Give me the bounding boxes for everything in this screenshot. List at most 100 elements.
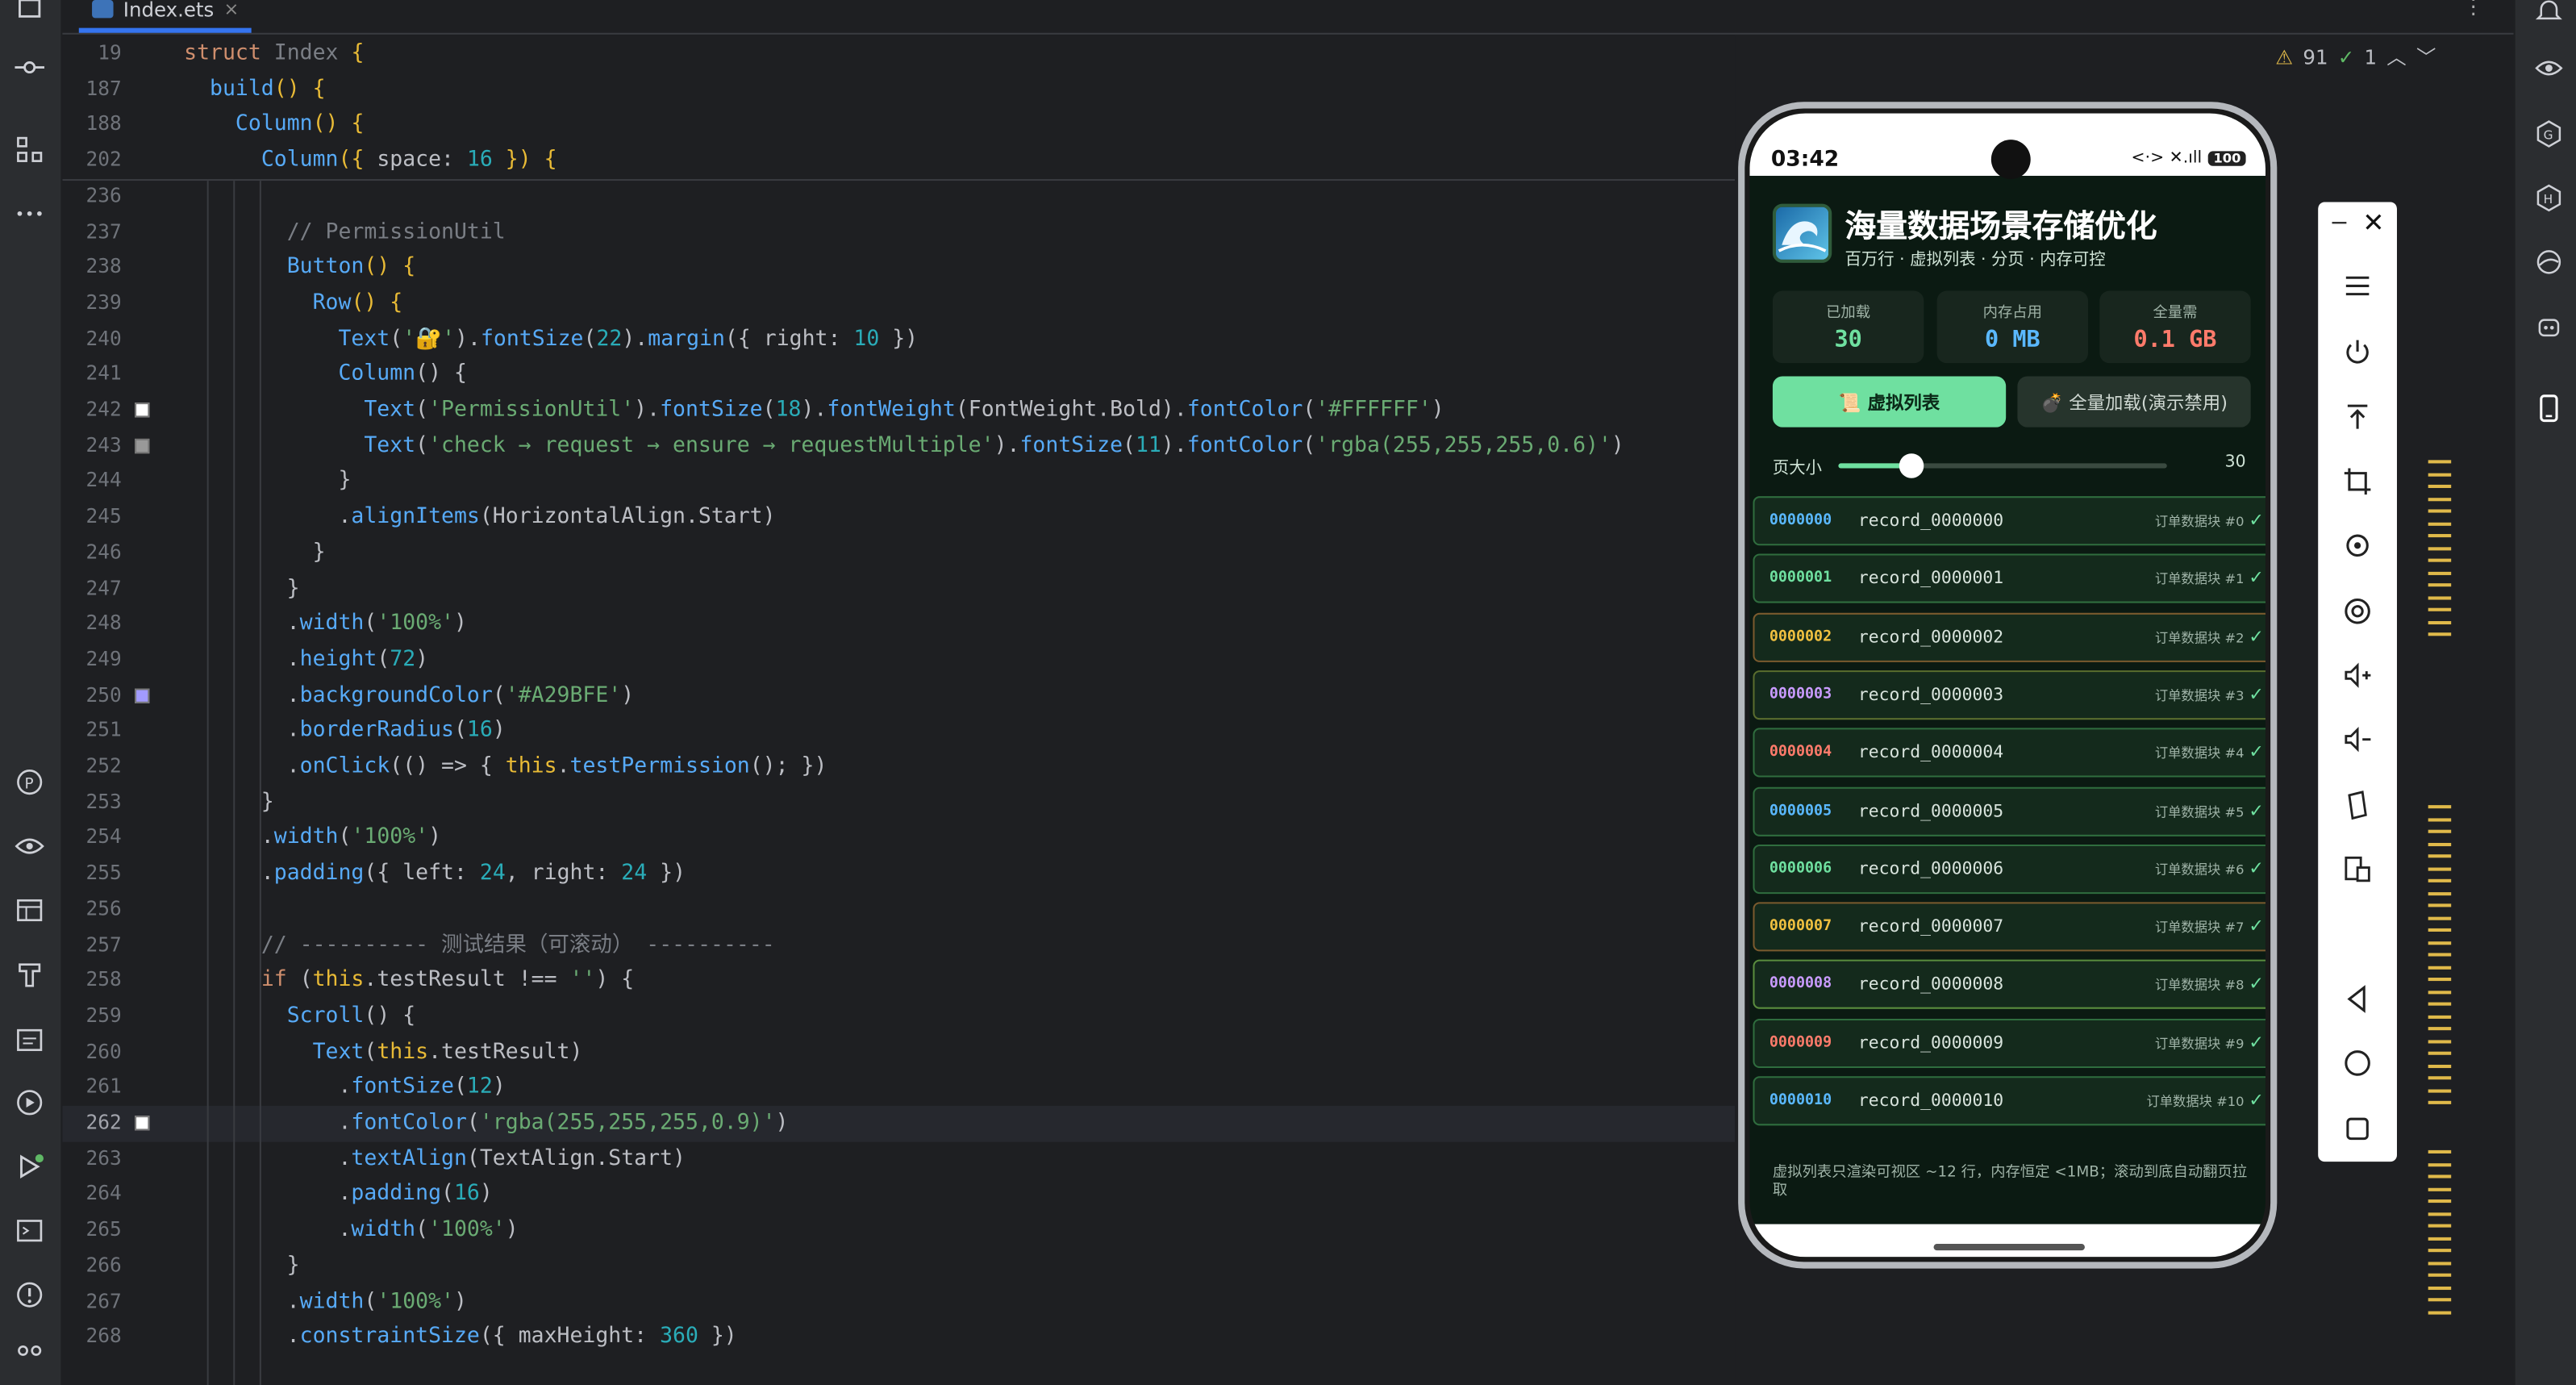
power-icon[interactable] (2340, 334, 2376, 370)
code-line[interactable]: 248 .width('100%') (62, 607, 1735, 642)
list-item[interactable]: 0000000 record_0000000 订单数据块 #0 ✓ (1753, 496, 2266, 546)
calendar-icon[interactable] (13, 1022, 46, 1055)
code-line[interactable]: 187 build() { (62, 72, 1735, 107)
page-size-slider[interactable] (1838, 453, 2167, 478)
code-line[interactable]: 268 .constraintSize({ maxHeight: 360 }) (62, 1320, 1735, 1355)
volume-down-icon[interactable] (2340, 721, 2376, 757)
list-item[interactable]: 0000003 record_0000003 订单数据块 #3 ✓ (1753, 670, 2266, 720)
volume-up-icon[interactable] (2340, 657, 2376, 694)
list-item[interactable]: 0000010 record_0000010 订单数据块 #10 ✓ (1753, 1076, 2266, 1126)
code-line[interactable]: 252 .onClick(() => { this.testPermission… (62, 749, 1735, 785)
code-line[interactable]: 267 .width('100%') (62, 1284, 1735, 1320)
code-line[interactable]: 254 .width('100%') (62, 820, 1735, 856)
list-item[interactable]: 0000004 record_0000004 订单数据块 #4 ✓ (1753, 728, 2266, 778)
screenshot-icon[interactable] (2340, 593, 2376, 629)
frame-icon[interactable] (13, 0, 46, 27)
close-icon[interactable]: × (223, 0, 239, 19)
crop-icon[interactable] (2340, 463, 2376, 499)
plugin-icon[interactable]: P (13, 766, 46, 799)
code-line[interactable]: 238 Button() { (62, 250, 1735, 286)
code-line[interactable]: 250 .backgroundColor('#A29BFE') (62, 678, 1735, 713)
list-item[interactable]: 0000002 record_0000002 订单数据块 #2 ✓ (1753, 611, 2266, 662)
list-item[interactable]: 0000005 record_0000005 订单数据块 #5 ✓ (1753, 786, 2266, 836)
leaf-icon[interactable] (2532, 245, 2565, 278)
code-line[interactable]: 241 Column() { (62, 357, 1735, 393)
code-line[interactable]: 236 (62, 179, 1735, 215)
list-item[interactable]: 0000006 record_0000006 订单数据块 #6 ✓ (1753, 844, 2266, 894)
code-line[interactable]: 188 Column() { (62, 107, 1735, 143)
code-line[interactable]: 257 // ---------- 测试结果（可滚动） ---------- (62, 928, 1735, 963)
code-line[interactable]: 247 } (62, 571, 1735, 607)
tab-more-icon[interactable]: ⋮ (2462, 0, 2483, 19)
color-swatch-icon[interactable] (135, 403, 150, 418)
notifications-icon[interactable] (2532, 0, 2565, 27)
code-line[interactable]: 237 // PermissionUtil (62, 215, 1735, 250)
home-icon[interactable] (2340, 1045, 2376, 1082)
eye-icon[interactable] (2532, 51, 2565, 84)
robot-icon[interactable] (2532, 309, 2565, 342)
tab-index-ets[interactable]: Index.ets × (78, 0, 252, 33)
minimize-icon[interactable]: − (2329, 211, 2349, 237)
list-item[interactable]: 0000008 record_0000008 订单数据块 #8 ✓ (1753, 960, 2266, 1010)
color-swatch-icon[interactable] (135, 438, 150, 453)
g-icon[interactable]: G (2532, 117, 2565, 150)
scrollbar-markers[interactable] (2428, 460, 2452, 1331)
home-indicator[interactable] (1933, 1244, 2085, 1251)
h-icon[interactable]: H (2532, 181, 2565, 214)
top-icon[interactable] (2340, 399, 2376, 436)
code-editor[interactable]: 19 struct Index {187 build() {188 Column(… (62, 35, 1736, 1385)
code-line[interactable]: 260 Text(this.testResult) (62, 1034, 1735, 1070)
code-line[interactable]: 244 } (62, 464, 1735, 499)
code-line[interactable]: 240 Text('🔐').fontSize(22).margin({ righ… (62, 321, 1735, 357)
code-line[interactable]: 258 if (this.testResult !== '') { (62, 963, 1735, 999)
list-item[interactable]: 0000007 record_0000007 订单数据块 #7 ✓ (1753, 902, 2266, 952)
run-icon[interactable] (13, 1150, 46, 1183)
color-swatch-icon[interactable] (135, 687, 150, 703)
code-line[interactable]: 259 Scroll() { (62, 999, 1735, 1034)
build-icon[interactable] (13, 958, 46, 991)
code-line[interactable]: 242 Text('PermissionUtil').fontSize(18).… (62, 393, 1735, 428)
code-line[interactable]: 264 .padding(16) (62, 1177, 1735, 1212)
code-line[interactable]: 243 Text('check → request → ensure → req… (62, 428, 1735, 464)
code-line[interactable]: 266 } (62, 1249, 1735, 1284)
list-item[interactable]: 0000009 record_0000009 订单数据块 #9 ✓ (1753, 1018, 2266, 1068)
vcs-icon[interactable] (13, 1341, 46, 1374)
code-line[interactable]: 19 struct Index { (62, 36, 1735, 72)
device-icon[interactable] (2532, 391, 2565, 424)
structure-icon[interactable] (13, 133, 46, 166)
code-line[interactable]: 249 .height(72) (62, 642, 1735, 678)
chevron-down-icon[interactable]: ﹀ (2416, 43, 2436, 71)
more-icon[interactable] (13, 197, 46, 230)
list-item[interactable]: 0000001 record_0000001 订单数据块 #1 ✓ (1753, 554, 2266, 604)
commit-icon[interactable] (13, 51, 46, 84)
code-line[interactable]: 262 .fontColor('rgba(255,255,255,0.9)') (62, 1105, 1736, 1142)
table-icon[interactable] (13, 894, 46, 927)
color-swatch-icon[interactable] (135, 1116, 150, 1131)
code-line[interactable]: 255 .padding({ left: 24, right: 24 }) (62, 856, 1735, 891)
problems-icon[interactable] (13, 1279, 46, 1312)
menu-icon[interactable] (2340, 268, 2376, 304)
virtual-list-button[interactable]: 📜 虚拟列表 (1772, 376, 2007, 428)
run-config-icon[interactable] (13, 1086, 46, 1119)
inspection-widget[interactable]: ⚠ 91 ✓ 1 ︿ ﹀ (2275, 43, 2436, 71)
code-line[interactable]: 253 } (62, 785, 1735, 820)
code-line[interactable]: 246 } (62, 536, 1735, 571)
terminal-icon[interactable] (13, 1214, 46, 1247)
eye-scan-icon[interactable] (13, 830, 46, 863)
recents-icon[interactable] (2340, 1111, 2376, 1147)
back-icon[interactable] (2340, 981, 2376, 1017)
chevron-up-icon[interactable]: ︿ (2386, 43, 2406, 71)
code-line[interactable]: 202 Column({ space: 16 }) { (62, 143, 1735, 178)
code-line[interactable]: 265 .width('100%') (62, 1212, 1735, 1248)
code-line[interactable]: 256 (62, 892, 1735, 928)
code-line[interactable]: 245 .alignItems(HorizontalAlign.Start) (62, 499, 1735, 535)
phone-screen[interactable]: 03:42 <·> ✕.ıll 100 海量数据场景存储优化 百万行 · 虚拟列… (1749, 113, 2266, 1258)
close-icon[interactable]: ✕ (2362, 207, 2384, 239)
code-line[interactable]: 261 .fontSize(12) (62, 1070, 1735, 1106)
code-line[interactable]: 239 Row() { (62, 286, 1735, 321)
code-line[interactable]: 263 .textAlign(TextAlign.Start) (62, 1141, 1735, 1177)
fold-icon[interactable] (2340, 787, 2376, 824)
slider-thumb[interactable] (1899, 453, 1924, 478)
code-line[interactable]: 251 .borderRadius(16) (62, 714, 1735, 749)
multi-device-icon[interactable] (2340, 851, 2376, 887)
